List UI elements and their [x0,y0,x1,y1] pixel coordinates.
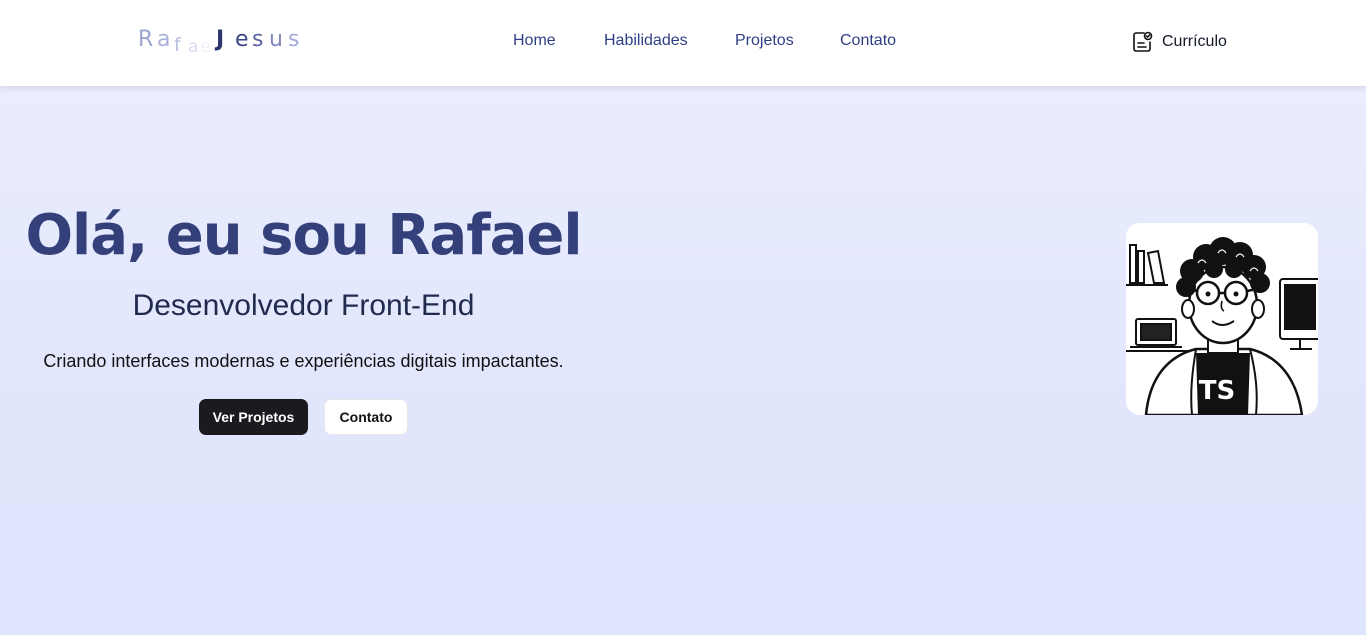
logo-letter: a [188,37,199,57]
nav-link-habilidades[interactable]: Habilidades [604,32,688,50]
top-navbar: Ra f ae Je s u s Home Habilidades Projetos Con… [0,0,1366,86]
logo-letter: R [138,27,154,52]
hero-title: Olá, eu sou Rafael [25,203,582,268]
logo-letter: f [174,34,181,56]
resume-link[interactable]: Currículo [1130,30,1227,54]
hero-description: Criando interfaces modernas e experiênci… [43,351,564,371]
logo-letter: s [252,27,264,52]
logo-letter: J [216,27,225,52]
nav-link-home[interactable]: Home [513,32,556,50]
nav-link-contato[interactable]: Contato [840,32,896,50]
document-check-icon [1133,31,1153,52]
logo-letter: a [157,27,171,52]
logo-letter: u [269,27,283,52]
site-logo[interactable]: Ra f ae Je s u s [138,27,304,57]
hero-subtitle: Desenvolvedor Front-End [132,289,475,322]
logo-letter: e [200,37,211,57]
nav-link-projetos[interactable]: Projetos [735,32,794,50]
avatar: TS [1126,223,1318,415]
view-projects-button[interactable]: Ver Projetos [199,399,308,435]
avatar-illustration: TS [1126,223,1318,415]
shirt-text: TS [1199,376,1235,406]
logo-letter: e [235,27,249,52]
resume-label: Currículo [1162,33,1227,50]
contact-button[interactable]: Contato [324,399,408,435]
logo-letter: s [288,27,300,52]
